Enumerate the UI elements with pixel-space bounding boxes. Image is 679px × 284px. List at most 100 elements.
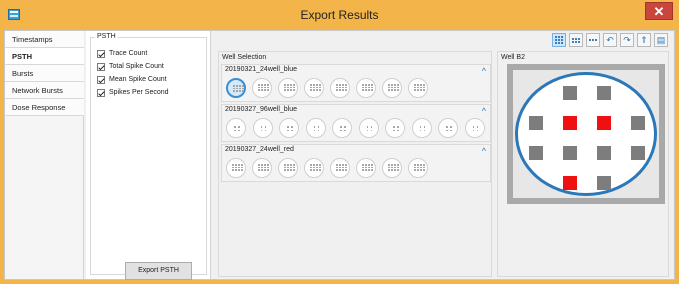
sidebar-item-network-bursts[interactable]: Network Bursts [5, 82, 84, 99]
total-spike-count-checkbox[interactable] [97, 62, 105, 71]
redo-icon[interactable]: ↷ [620, 33, 634, 47]
electrode-dot [239, 85, 241, 87]
grid-large-icon[interactable] [552, 33, 566, 47]
export-well-icon[interactable]: ▤ [654, 33, 668, 47]
electrode-dot [241, 164, 243, 166]
well-button[interactable] [252, 158, 272, 178]
electrode-dot [420, 86, 422, 88]
well-button[interactable] [278, 158, 298, 178]
export-psth-button[interactable]: Export PSTH [125, 262, 192, 280]
electrode-active[interactable] [597, 116, 611, 130]
sidebar-item-timestamps[interactable]: Timestamps [5, 31, 84, 48]
well-button[interactable] [332, 118, 352, 138]
collapse-icon[interactable]: ^ [482, 106, 486, 116]
well-button[interactable] [408, 78, 428, 98]
well-button[interactable] [356, 78, 376, 98]
electrode[interactable] [529, 146, 543, 160]
electrode-dot [370, 126, 372, 128]
electrode[interactable] [597, 86, 611, 100]
electrode-dot [319, 169, 321, 171]
mean-spike-count-option[interactable]: Mean Spike Count [97, 74, 167, 85]
electrode-active[interactable] [563, 176, 577, 190]
main-panel: ↶ ↷ ⇑ ▤ Well Selection 20190321_24well_b… [213, 31, 674, 279]
electrode-dot [284, 166, 286, 168]
well-circle [515, 72, 657, 196]
electrode-dot [287, 164, 289, 166]
electrode-dot [423, 129, 425, 131]
well-button[interactable] [382, 158, 402, 178]
electrode-dots [362, 84, 373, 91]
electrode-dots [310, 164, 321, 171]
trace-count-option[interactable]: Trace Count [97, 48, 147, 59]
well-button[interactable] [279, 118, 299, 138]
total-spike-count-option[interactable]: Total Spike Count [97, 61, 164, 72]
electrode-dot [261, 164, 263, 166]
electrode-dot [264, 84, 266, 86]
well-button[interactable] [226, 158, 246, 178]
electrode-dot [310, 164, 312, 166]
grid-medium-icon[interactable] [569, 33, 583, 47]
plate-title: 20190327_24well_red [225, 146, 294, 153]
well-button[interactable] [226, 118, 246, 138]
well-button[interactable] [304, 158, 324, 178]
spikes-per-second-checkbox[interactable] [97, 88, 105, 97]
well-button[interactable] [382, 78, 402, 98]
electrode-dots [472, 126, 479, 131]
electrode-dot [241, 169, 243, 171]
electrode[interactable] [563, 86, 577, 100]
collapse-icon[interactable]: ^ [482, 146, 486, 156]
trace-count-checkbox[interactable] [97, 49, 105, 58]
electrode-dot [394, 164, 396, 166]
electrode-dots [366, 126, 373, 131]
electrode-dot [291, 129, 293, 131]
close-button[interactable]: ✕ [645, 2, 673, 20]
well-button[interactable] [356, 158, 376, 178]
sidebar-item-dose-response[interactable]: Dose Response [5, 99, 84, 116]
electrode[interactable] [631, 146, 645, 160]
well-button[interactable] [438, 118, 458, 138]
electrode-dots [419, 126, 426, 131]
well-button[interactable] [464, 118, 485, 138]
electrode-dot [414, 164, 416, 166]
collapse-icon[interactable]: ^ [482, 66, 486, 76]
well-button[interactable] [330, 158, 350, 178]
electrode[interactable] [563, 146, 577, 160]
electrode[interactable] [597, 176, 611, 190]
sidebar-item-psth[interactable]: PSTH [5, 48, 84, 65]
electrode-dot [420, 89, 422, 91]
title-bar: Export Results ✕ [0, 0, 679, 30]
well-button[interactable] [304, 78, 324, 98]
well-button[interactable] [411, 118, 432, 138]
well-button[interactable] [278, 78, 298, 98]
mean-spike-count-checkbox[interactable] [97, 75, 105, 84]
well-button[interactable] [385, 118, 405, 138]
grid-small-icon[interactable] [586, 33, 600, 47]
spikes-per-second-option[interactable]: Spikes Per Second [97, 87, 169, 98]
electrode-dot [290, 84, 292, 86]
electrode-dot [290, 166, 292, 168]
well-button[interactable] [305, 118, 326, 138]
well-button[interactable] [330, 78, 350, 98]
export-plate-icon[interactable]: ⇑ [637, 33, 651, 47]
well-button[interactable] [358, 118, 379, 138]
well-button[interactable] [226, 78, 246, 98]
electrode-dot [342, 166, 344, 168]
electrode-dots [233, 85, 244, 92]
electrode-active[interactable] [563, 116, 577, 130]
trace-count-label: Trace Count [109, 50, 148, 57]
sidebar-item-bursts[interactable]: Bursts [5, 65, 84, 82]
electrode-dots [414, 164, 425, 171]
electrode[interactable] [529, 116, 543, 130]
electrode-dot [397, 164, 399, 166]
electrode-dot [423, 84, 425, 86]
electrode-dot [232, 166, 234, 168]
electrode-dot [232, 169, 234, 171]
electrode-dot [340, 126, 342, 128]
well-button[interactable] [408, 158, 428, 178]
well-detail-label: Well B2 [501, 54, 525, 61]
undo-icon[interactable]: ↶ [603, 33, 617, 47]
well-button[interactable] [252, 78, 272, 98]
electrode[interactable] [631, 116, 645, 130]
electrode[interactable] [597, 146, 611, 160]
well-button[interactable] [252, 118, 273, 138]
